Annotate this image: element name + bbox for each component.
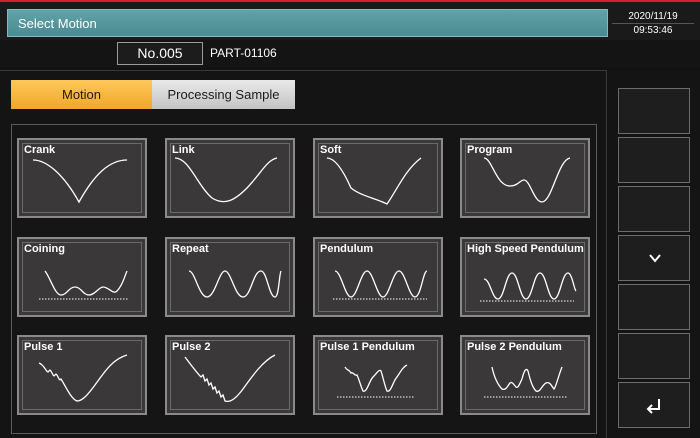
- motion-high-speed-pendulum-button[interactable]: High Speed Pendulum: [460, 237, 590, 317]
- return-icon: [646, 399, 660, 414]
- motion-label: Pulse 2: [172, 341, 211, 353]
- motion-label: Pulse 1: [24, 341, 63, 353]
- motion-label: Pendulum: [320, 243, 374, 255]
- motion-pulse-1-button[interactable]: Pulse 1: [17, 335, 147, 415]
- motion-crank-button[interactable]: Crank: [17, 138, 147, 218]
- motion-pulse-2-pendulum-button[interactable]: Pulse 2 Pendulum: [460, 335, 590, 415]
- motion-label: Pulse 2 Pendulum: [467, 341, 562, 353]
- motion-label: Program: [467, 144, 513, 156]
- motion-label: High Speed Pendulum: [467, 243, 584, 255]
- side-button-5[interactable]: [618, 284, 690, 330]
- motion-coining-button[interactable]: Coining: [17, 237, 147, 317]
- motion-label: Repeat: [172, 243, 209, 255]
- motion-soft-button[interactable]: Soft: [313, 138, 443, 218]
- motion-label: Coining: [24, 243, 65, 255]
- date-display: 2020/11/19: [612, 10, 694, 24]
- motion-pulse-2-button[interactable]: Pulse 2: [165, 335, 295, 415]
- motion-pulse-1-pendulum-button[interactable]: Pulse 1 Pendulum: [313, 335, 443, 415]
- title-bar: Select Motion: [7, 9, 608, 37]
- program-number[interactable]: No.005: [117, 42, 203, 65]
- motion-label: Soft: [320, 144, 342, 156]
- tab-processing-sample[interactable]: Processing Sample: [152, 80, 295, 109]
- chevron-down-icon: [649, 254, 661, 263]
- side-button-3[interactable]: [618, 186, 690, 232]
- motion-repeat-button[interactable]: Repeat: [165, 237, 295, 317]
- motion-link-button[interactable]: Link: [165, 138, 295, 218]
- motion-label: Link: [172, 144, 195, 156]
- motion-label: Crank: [24, 144, 56, 156]
- motion-label: Pulse 1 Pendulum: [320, 341, 415, 353]
- scroll-down-button[interactable]: [618, 235, 690, 281]
- motion-program-button[interactable]: Program: [460, 138, 590, 218]
- part-number: PART-01106: [210, 46, 277, 60]
- clock: 2020/11/19 09:53:46: [612, 10, 694, 36]
- side-button-2[interactable]: [618, 137, 690, 183]
- info-bar: [0, 40, 700, 68]
- side-button-6[interactable]: [618, 333, 690, 379]
- tab-motion[interactable]: Motion: [11, 80, 152, 109]
- return-button[interactable]: [618, 382, 690, 428]
- time-display: 09:53:46: [633, 25, 673, 36]
- side-button-1[interactable]: [618, 88, 690, 134]
- motion-pendulum-button[interactable]: Pendulum: [313, 237, 443, 317]
- screen-title: Select Motion: [18, 16, 97, 31]
